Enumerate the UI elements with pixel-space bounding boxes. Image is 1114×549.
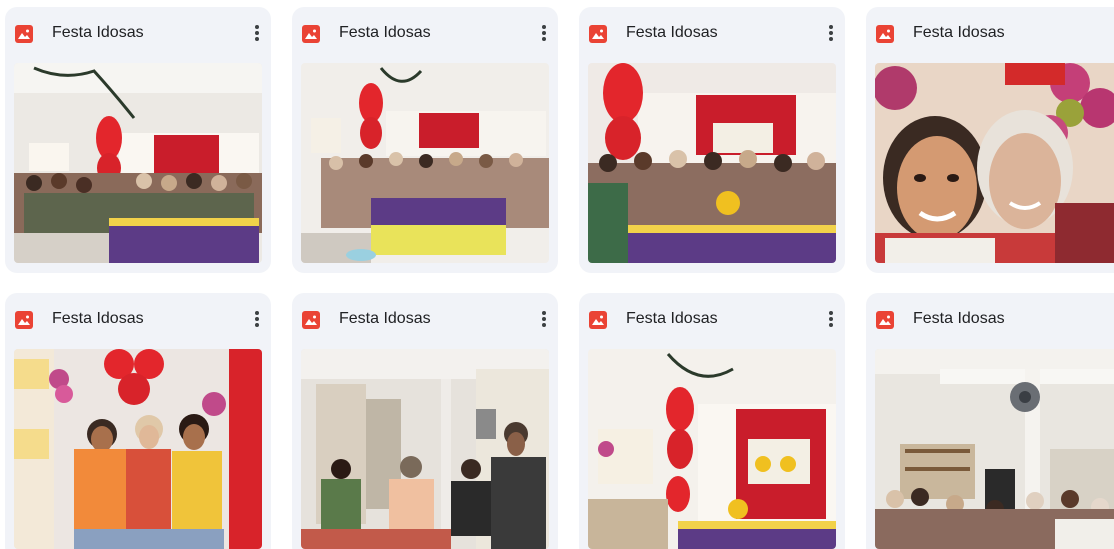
file-card[interactable]: Festa Idosas — [579, 7, 845, 273]
image-thumbnail[interactable] — [875, 349, 1114, 549]
file-grid: Festa Idosas Festa Idosas Festa Idosas F… — [0, 0, 1114, 549]
file-title: Festa Idosas — [626, 310, 718, 327]
file-card-header: Festa Idosas — [5, 293, 271, 349]
file-title: Festa Idosas — [626, 24, 718, 41]
more-vert-icon[interactable] — [538, 21, 550, 45]
file-card-header: Festa Idosas — [866, 293, 1114, 349]
more-vert-icon[interactable] — [825, 307, 837, 331]
image-file-icon — [302, 311, 320, 329]
image-thumbnail[interactable] — [301, 349, 549, 549]
more-vert-icon[interactable] — [251, 307, 263, 331]
file-card[interactable]: Festa Idosas — [866, 293, 1114, 549]
file-card-header: Festa Idosas — [292, 293, 558, 349]
more-vert-icon[interactable] — [251, 21, 263, 45]
image-thumbnail[interactable] — [588, 349, 836, 549]
image-file-icon — [15, 311, 33, 329]
file-card-header: Festa Idosas — [866, 7, 1114, 63]
image-file-icon — [876, 25, 894, 43]
more-vert-icon[interactable] — [538, 307, 550, 331]
file-card[interactable]: Festa Idosas — [866, 7, 1114, 273]
file-title: Festa Idosas — [339, 24, 431, 41]
image-thumbnail[interactable] — [14, 63, 262, 263]
file-card[interactable]: Festa Idosas — [292, 7, 558, 273]
file-card[interactable]: Festa Idosas — [5, 293, 271, 549]
file-card[interactable]: Festa Idosas — [292, 293, 558, 549]
image-file-icon — [302, 25, 320, 43]
file-card-header: Festa Idosas — [5, 7, 271, 63]
file-title: Festa Idosas — [339, 310, 431, 327]
file-card[interactable]: Festa Idosas — [5, 7, 271, 273]
image-file-icon — [589, 25, 607, 43]
file-card-header: Festa Idosas — [292, 7, 558, 63]
more-vert-icon[interactable] — [825, 21, 837, 45]
file-card-header: Festa Idosas — [579, 293, 845, 349]
image-file-icon — [589, 311, 607, 329]
image-thumbnail[interactable] — [301, 63, 549, 263]
image-file-icon — [876, 311, 894, 329]
file-title: Festa Idosas — [52, 24, 144, 41]
file-title: Festa Idosas — [913, 24, 1005, 41]
image-file-icon — [15, 25, 33, 43]
image-thumbnail[interactable] — [588, 63, 836, 263]
file-card[interactable]: Festa Idosas — [579, 293, 845, 549]
image-thumbnail[interactable] — [14, 349, 262, 549]
file-title: Festa Idosas — [913, 310, 1005, 327]
file-card-header: Festa Idosas — [579, 7, 845, 63]
image-thumbnail[interactable] — [875, 63, 1114, 263]
file-title: Festa Idosas — [52, 310, 144, 327]
